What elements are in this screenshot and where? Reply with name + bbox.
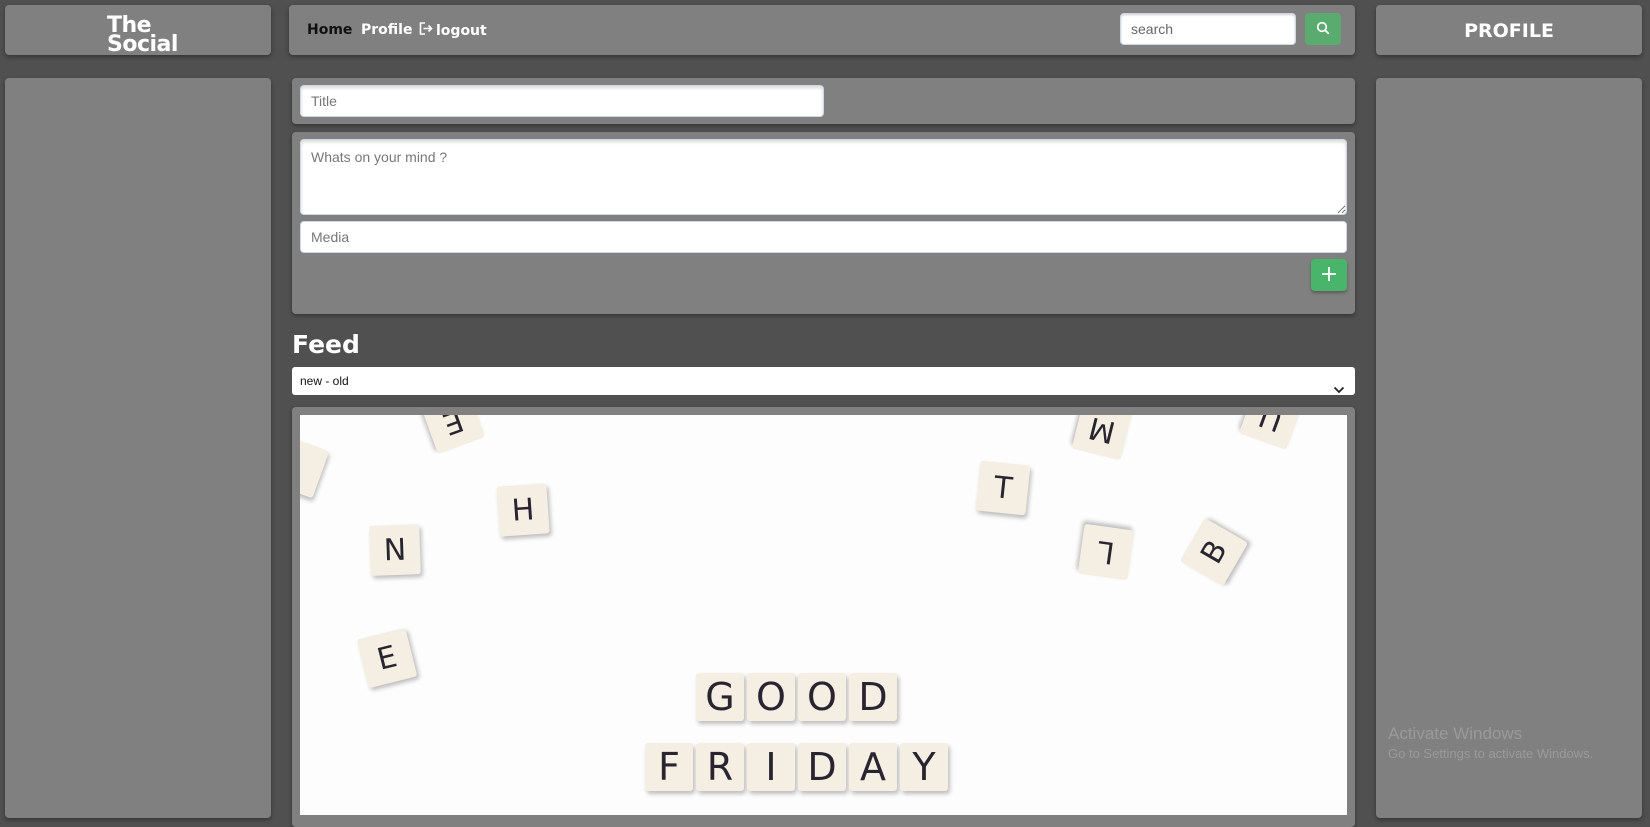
post-body-textarea[interactable] xyxy=(300,139,1347,215)
profile-title: PROFILE xyxy=(1464,20,1554,42)
watermark-title: Activate Windows xyxy=(1388,724,1523,743)
logo-panel: The Social xyxy=(5,5,271,57)
post-composer: + xyxy=(292,132,1355,314)
watermark-subtitle: Go to Settings to activate Windows. xyxy=(1388,746,1594,761)
right-sidebar xyxy=(1376,78,1642,818)
feed-sort-select[interactable]: new - old xyxy=(292,367,1355,395)
word-tile: D xyxy=(798,743,846,791)
letter-tile xyxy=(300,437,330,499)
word-tile: O xyxy=(798,673,846,721)
nav-home-link[interactable]: Home xyxy=(307,22,352,38)
letter-tile: M xyxy=(1071,415,1133,461)
letter-tile: B xyxy=(1179,517,1249,587)
letter-tile: U xyxy=(1238,415,1304,451)
word-tile: I xyxy=(747,743,795,791)
word-tile: G xyxy=(696,673,744,721)
search-button[interactable] xyxy=(1305,13,1341,45)
nav-profile-link[interactable]: Profile xyxy=(361,22,412,38)
activate-windows-watermark: Activate Windows Go to Settings to activ… xyxy=(1388,724,1593,761)
letter-tile: T xyxy=(975,460,1031,516)
word-tile: Y xyxy=(900,743,948,791)
search-icon xyxy=(1316,21,1330,38)
feed-post-card: E H N E T M L B U G O O D F R I D A Y xyxy=(292,407,1355,827)
word-tile: A xyxy=(849,743,897,791)
letter-tile: N xyxy=(369,524,421,576)
nav-logout-link[interactable]: logout xyxy=(419,22,487,39)
word-tile: O xyxy=(747,673,795,721)
letter-tile: H xyxy=(496,483,550,537)
letter-tile: E xyxy=(420,415,486,455)
logout-arrow-icon xyxy=(419,22,433,39)
post-image: E H N E T M L B U G O O D F R I D A Y xyxy=(300,415,1347,815)
post-title-input[interactable] xyxy=(300,85,824,117)
word-tile: R xyxy=(696,743,744,791)
profile-header-panel: PROFILE xyxy=(1376,5,1642,55)
logout-label: logout xyxy=(436,23,487,39)
left-sidebar xyxy=(5,78,271,818)
letter-tile: L xyxy=(1077,523,1135,581)
word-tile: D xyxy=(849,673,897,721)
media-input[interactable] xyxy=(300,221,1347,253)
search-input[interactable] xyxy=(1120,13,1296,45)
logo-line-2: Social xyxy=(107,32,178,57)
word-tile: F xyxy=(645,743,693,791)
sort-selected-value: new - old xyxy=(300,374,349,388)
add-post-button[interactable]: + xyxy=(1311,259,1347,291)
top-navbar: Home Profile logout xyxy=(289,5,1355,55)
title-panel xyxy=(292,78,1355,124)
chevron-down-icon xyxy=(1333,376,1345,404)
letter-tile: E xyxy=(356,627,418,689)
app-logo[interactable]: The Social xyxy=(107,15,178,57)
feed-heading: Feed xyxy=(292,330,360,359)
